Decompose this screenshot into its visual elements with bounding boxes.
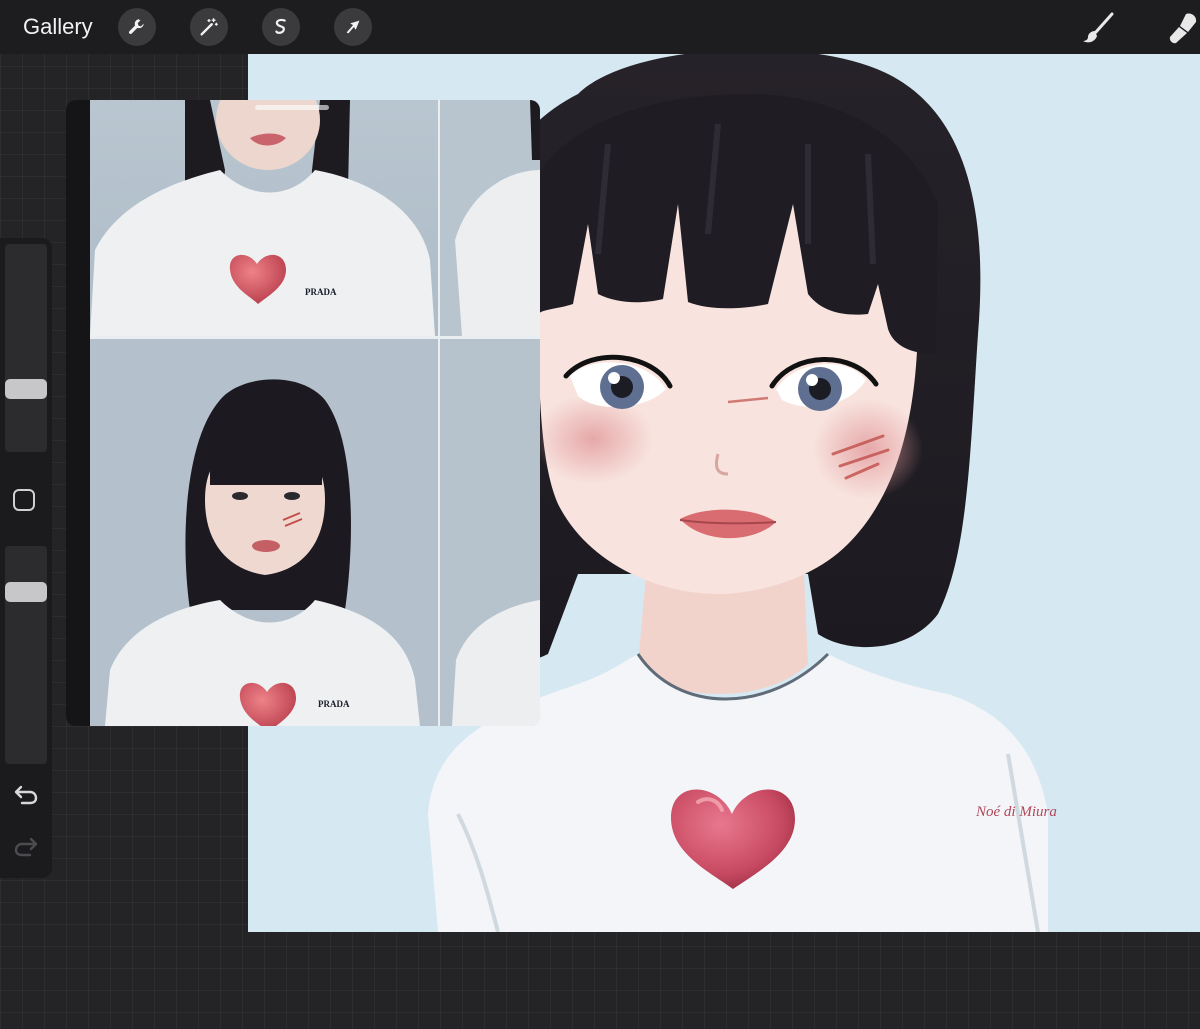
gallery-button[interactable]: Gallery bbox=[23, 13, 93, 41]
actions-button[interactable] bbox=[118, 8, 156, 46]
reference-drag-handle[interactable] bbox=[255, 105, 329, 110]
opacity-slider[interactable] bbox=[5, 546, 47, 764]
reference-window[interactable]: PRADA PRADA bbox=[90, 100, 540, 726]
redo-icon[interactable] bbox=[12, 834, 40, 858]
top-toolbar: Gallery bbox=[0, 0, 1200, 54]
smudge-icon[interactable] bbox=[1164, 10, 1200, 46]
brush-size-slider[interactable] bbox=[5, 244, 47, 452]
photo-top-side bbox=[440, 100, 540, 336]
brush-size-thumb[interactable] bbox=[5, 379, 47, 400]
left-sidebar bbox=[0, 238, 52, 878]
brush-icon[interactable] bbox=[1080, 10, 1116, 46]
undo-icon[interactable] bbox=[12, 782, 40, 806]
selection-button[interactable] bbox=[262, 8, 300, 46]
photo-top-crop: PRADA bbox=[90, 100, 438, 336]
modify-button[interactable] bbox=[13, 489, 35, 511]
magic-wand-icon bbox=[200, 18, 218, 36]
signature: Noé di Miura bbox=[975, 804, 1057, 820]
brand-logo-top: PRADA bbox=[305, 287, 337, 297]
transform-arrow-icon bbox=[346, 20, 360, 34]
photo-portrait: PRADA bbox=[90, 339, 438, 726]
brand-logo-bottom: PRADA bbox=[318, 699, 350, 709]
photo-portrait-side bbox=[440, 339, 540, 726]
opacity-thumb[interactable] bbox=[5, 581, 47, 602]
wrench-icon bbox=[128, 19, 144, 34]
adjustments-button[interactable] bbox=[190, 8, 228, 46]
selection-icon bbox=[275, 18, 286, 34]
reference-photos: PRADA PRADA bbox=[90, 100, 540, 726]
transform-button[interactable] bbox=[334, 8, 372, 46]
